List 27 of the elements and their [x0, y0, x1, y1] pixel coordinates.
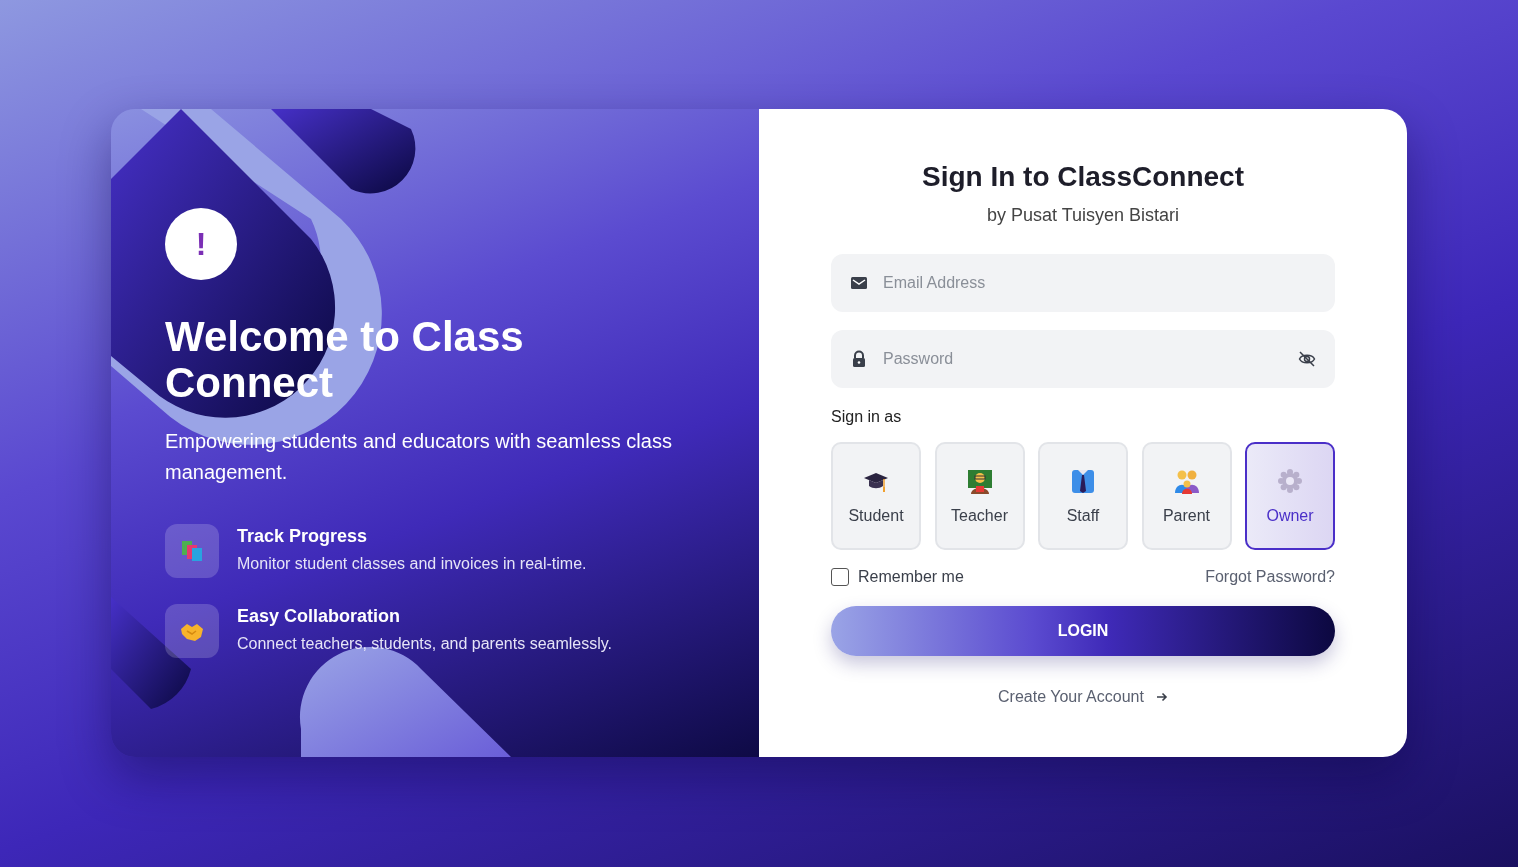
role-label: Sign in as: [831, 408, 903, 426]
form-title: Sign In to ClassConnect: [922, 161, 1244, 193]
email-field[interactable]: Email Address: [831, 254, 1335, 312]
envelope-icon: [850, 274, 868, 292]
role-option[interactable]: Student: [831, 442, 921, 550]
gear-icon: [1276, 467, 1304, 495]
create-account-link[interactable]: Create Your Account: [998, 688, 1168, 706]
remember-label: Remember me: [858, 568, 964, 586]
remember-checkbox[interactable]: [831, 568, 849, 586]
feature-title: Track Progress: [237, 526, 369, 547]
feature-description: Connect teachers, students, and parents seamlessly.: [237, 635, 612, 653]
shirt-tie-icon: [1069, 467, 1097, 495]
forgot-password-link[interactable]: Forgot Password?: [1205, 568, 1335, 586]
password-field[interactable]: Password: [831, 330, 1335, 388]
login-button[interactable]: LOGIN: [831, 606, 1335, 656]
form-subtitle: by Pusat Tuisyen Bistari: [986, 205, 1180, 226]
lock-icon: [850, 350, 868, 368]
role-option[interactable]: Owner: [1245, 442, 1335, 550]
role-option[interactable]: Teacher: [934, 442, 1025, 550]
arrow-right-icon: [1155, 691, 1168, 703]
welcome-subtitle: Empowering students and educators with seamless class management.: [165, 429, 673, 485]
feature-description: Monitor student classes and invoices in real-time.: [237, 555, 587, 573]
feature-title: Easy Collaboration: [237, 606, 402, 627]
role-option[interactable]: Staff: [1038, 442, 1128, 550]
eye-slash-icon[interactable]: [1298, 350, 1316, 368]
teacher-icon: [965, 467, 994, 495]
role-option[interactable]: Parent: [1141, 442, 1232, 550]
